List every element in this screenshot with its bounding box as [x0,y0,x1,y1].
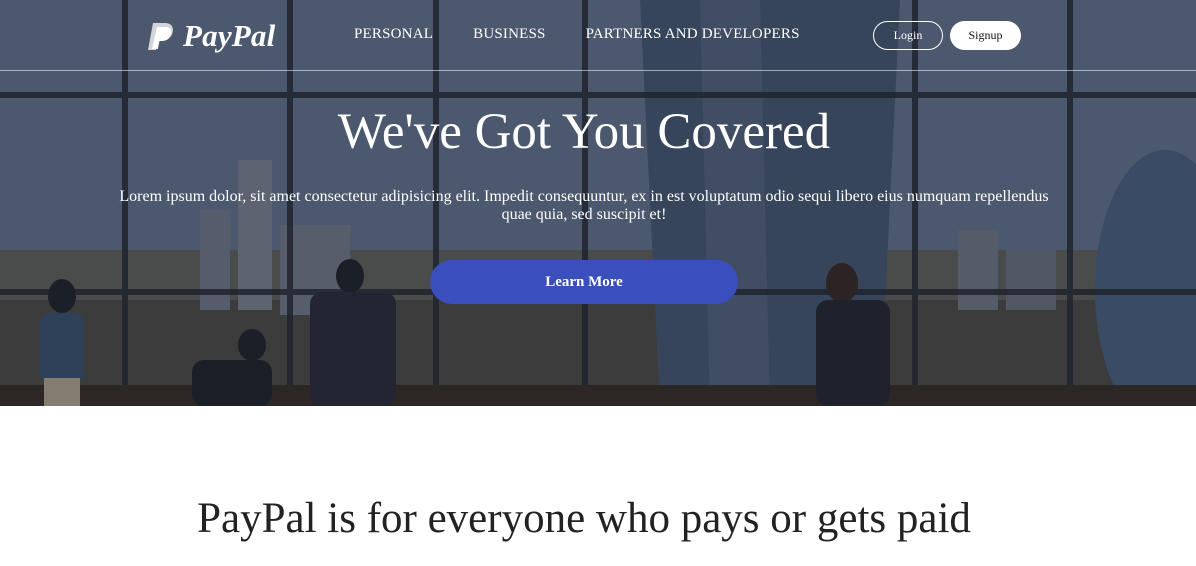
hero-title: We've Got You Covered [337,104,831,160]
nav-link-partners-developers[interactable]: PARTNERS AND DEVELOPERS [586,26,800,43]
nav-links: PERSONAL BUSINESS PARTNERS AND DEVELOPER… [354,26,840,43]
section-heading: PayPal is for everyone who pays or gets … [197,495,971,542]
brand-logo[interactable]: PayPal [143,18,275,54]
login-button[interactable]: Login [873,21,943,50]
hero-section: PayPal PERSONAL BUSINESS PARTNERS AND DE… [0,0,1196,406]
learn-more-button[interactable]: Learn More [430,260,738,304]
nav-link-business[interactable]: BUSINESS [473,26,545,43]
hero-description: Lorem ipsum dolor, sit amet consectetur … [119,188,1049,223]
brand-name: PayPal [183,18,276,53]
paypal-p-icon [148,23,173,50]
nav-link-personal[interactable]: PERSONAL [354,26,433,43]
signup-button[interactable]: Signup [950,21,1021,50]
top-navbar: PayPal PERSONAL BUSINESS PARTNERS AND DE… [0,0,1196,71]
